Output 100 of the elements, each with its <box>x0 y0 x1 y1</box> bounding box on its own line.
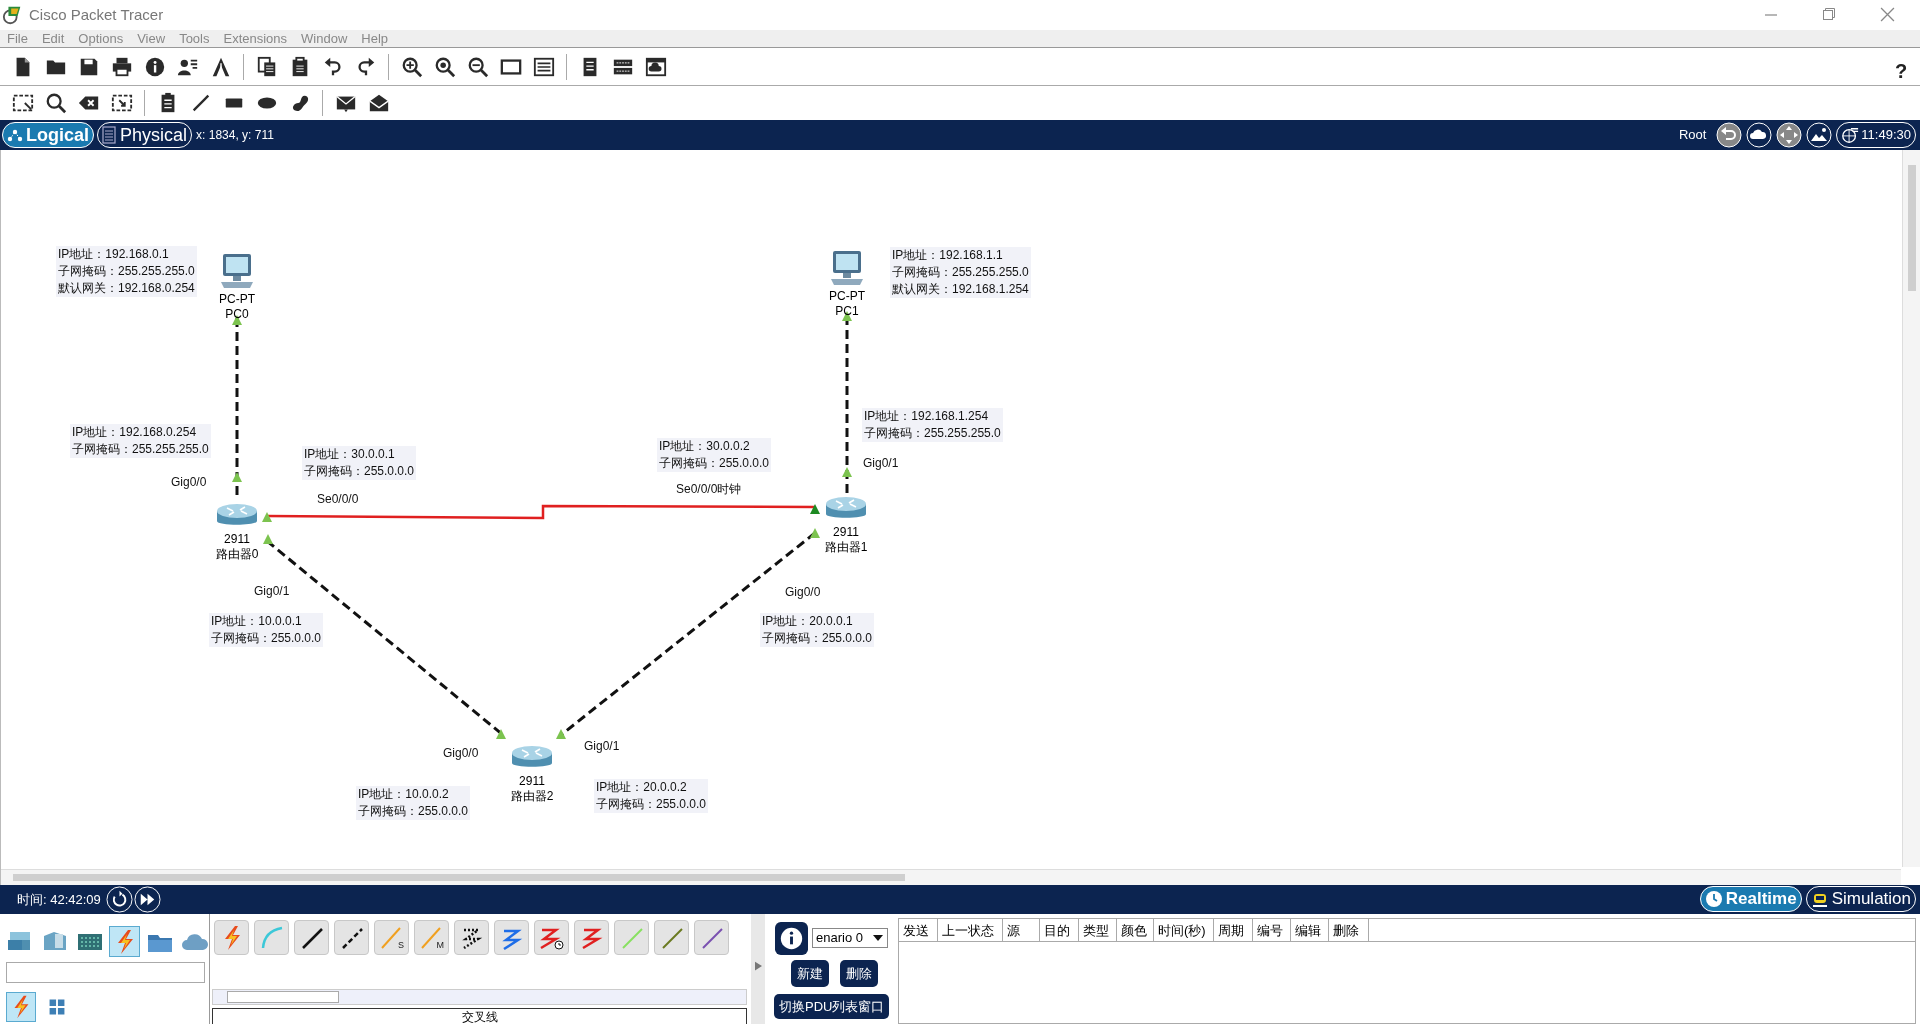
device-name: 路由器0 <box>215 546 259 562</box>
move-arrows-icon[interactable] <box>1776 122 1803 148</box>
help-icon[interactable]: ? <box>1895 56 1908 86</box>
vertical-scrollbar[interactable] <box>1902 150 1920 867</box>
horizontal-scrollbar[interactable] <box>1 869 1901 885</box>
globe-icon[interactable] <box>1841 126 1860 144</box>
cable-coaxial-icon[interactable] <box>494 920 529 955</box>
column-header[interactable]: 删除 <box>1329 919 1369 941</box>
window-title: Cisco Packet Tracer <box>29 4 164 25</box>
port-label: Gig0/0 <box>785 584 821 601</box>
reset-icon[interactable] <box>105 886 133 913</box>
port-label: Gig0/1 <box>863 455 899 472</box>
device-model: PC-PT <box>219 291 255 307</box>
expand-arrow-icon[interactable] <box>755 961 762 971</box>
cable-phone-icon[interactable] <box>454 920 489 955</box>
cable-auto-icon[interactable] <box>214 920 249 955</box>
column-header[interactable]: 周期 <box>1214 919 1253 941</box>
port-label: Se0/0/0 <box>317 491 359 508</box>
info-icon[interactable] <box>143 55 166 78</box>
cable-usb-icon[interactable] <box>694 920 729 955</box>
view-tab[interactable]: Logical <box>2 122 94 148</box>
list-panel-icon[interactable] <box>532 55 555 78</box>
cable-caption: 交叉线 <box>212 1008 747 1024</box>
device-model: 2911 <box>224 531 250 547</box>
address-note: IP地址：192.168.1.1 子网掩码：255.255.255.0 默认网关：192.168.1.254 <box>890 247 1031 298</box>
port-label: Gig0/1 <box>584 738 620 755</box>
mode-tab[interactable]: Simulation <box>1805 886 1916 912</box>
select-icon[interactable] <box>11 92 34 114</box>
close-icon[interactable] <box>1880 7 1895 22</box>
cable-straight-icon[interactable] <box>294 920 329 955</box>
info-button[interactable] <box>775 922 808 955</box>
zoom-in-icon[interactable] <box>400 55 423 78</box>
clock-time: 11:49:30 <box>1861 126 1911 145</box>
zoom-reset-icon[interactable] <box>433 55 456 78</box>
scroll-thumb[interactable] <box>227 991 339 1003</box>
column-header[interactable]: 时间(秒) <box>1154 919 1214 941</box>
scenario-dropdown[interactable]: enario 0 <box>812 928 888 948</box>
resize-icon[interactable] <box>110 92 133 114</box>
address-note: IP地址：192.168.0.1 子网掩码：255.255.255.0 默认网关：192.168.0.254 <box>56 246 197 297</box>
column-header[interactable]: 类型 <box>1079 919 1117 941</box>
column-header[interactable]: 上一状态 <box>938 919 1003 941</box>
network-nodes-icon <box>7 127 23 143</box>
address-note: IP地址：10.0.0.1 子网掩码：255.0.0.0 <box>209 613 324 647</box>
device-model: PC-PT <box>829 288 865 304</box>
cable-fiber-icon[interactable]: M <box>414 920 449 955</box>
address-note: IP地址：30.0.0.2 子网掩码：255.0.0.0 <box>657 438 772 472</box>
address-note: IP地址：10.0.0.2 子网掩码：255.0.0.0 <box>356 786 471 820</box>
open-envelope-icon[interactable] <box>367 92 390 114</box>
port-label: Se0/0/0时钟 <box>676 481 742 498</box>
fast-forward-icon[interactable] <box>133 886 161 913</box>
rack-icon <box>102 126 116 144</box>
restore-icon[interactable] <box>1822 7 1836 21</box>
search-icon[interactable] <box>44 92 67 114</box>
cable-serial-dte-icon[interactable] <box>574 920 609 955</box>
toggle-pdu-list-button[interactable]: 切换PDU列表窗口 <box>774 994 890 1019</box>
cable-iot-icon[interactable] <box>654 920 689 955</box>
view-tab[interactable]: Physical <box>97 122 193 148</box>
address-note: IP地址：20.0.0.2 子网掩码：255.0.0.0 <box>594 779 709 813</box>
device-model: 2911 <box>519 773 545 789</box>
mode-tab[interactable]: Realtime <box>1699 886 1802 912</box>
cloud-icon[interactable] <box>1746 122 1773 148</box>
device-model: 2911 <box>833 524 859 540</box>
address-note: IP地址：30.0.0.1 子网掩码：255.0.0.0 <box>302 446 417 480</box>
simulation-time: 时间: 42:42:09 <box>17 890 101 909</box>
dropdown-caret-icon <box>873 935 883 941</box>
device-name: PC1 <box>835 303 859 319</box>
clock-icon <box>1704 890 1723 908</box>
pdu-button[interactable]: 新建 <box>791 960 829 987</box>
address-note: IP地址：192.168.1.254 子网掩码：255.255.255.0 <box>862 408 1003 442</box>
scroll-thumb[interactable] <box>1908 165 1916 291</box>
column-header[interactable]: 编辑 <box>1291 919 1329 941</box>
category-field[interactable] <box>6 962 205 983</box>
column-header[interactable]: 编号 <box>1253 919 1291 941</box>
address-note: IP地址：20.0.0.1 子网掩码：255.0.0.0 <box>760 613 875 647</box>
printer-icon[interactable] <box>110 55 133 78</box>
column-header[interactable]: 目的 <box>1040 919 1079 941</box>
column-header[interactable]: 发送 <box>899 919 938 941</box>
zoom-out-icon[interactable] <box>466 55 489 78</box>
port-label: Gig0/1 <box>254 583 290 600</box>
category-connections-icon[interactable] <box>109 926 140 957</box>
subcategory-connections-icon[interactable] <box>6 992 36 1022</box>
device-name: 路由器1 <box>824 539 868 555</box>
image-panel-icon[interactable] <box>644 55 667 78</box>
scroll-thumb[interactable] <box>13 874 905 881</box>
pdu-button[interactable]: 删除 <box>840 960 878 987</box>
address-note: IP地址：192.168.0.254 子网掩码：255.255.255.0 <box>70 424 211 458</box>
port-label: Gig0/0 <box>443 745 479 762</box>
root-label[interactable]: Root <box>1678 125 1707 145</box>
column-header[interactable]: 颜色 <box>1117 919 1154 941</box>
device-name: 路由器2 <box>510 788 554 804</box>
horizontal-scrollbar[interactable] <box>212 989 747 1005</box>
column-header[interactable]: 源 <box>1003 919 1040 941</box>
cursor-coordinates: x: 1834, y: 711 <box>196 127 274 144</box>
copy-icon[interactable] <box>255 55 278 78</box>
device-name: PC0 <box>225 306 249 322</box>
port-label: Gig0/0 <box>171 474 207 491</box>
cable-fiber-icon[interactable]: S <box>374 920 409 955</box>
cable-cross-icon[interactable] <box>334 920 369 955</box>
cable-serial-dce-icon[interactable] <box>534 920 569 955</box>
mountain-icon[interactable] <box>1806 122 1833 148</box>
